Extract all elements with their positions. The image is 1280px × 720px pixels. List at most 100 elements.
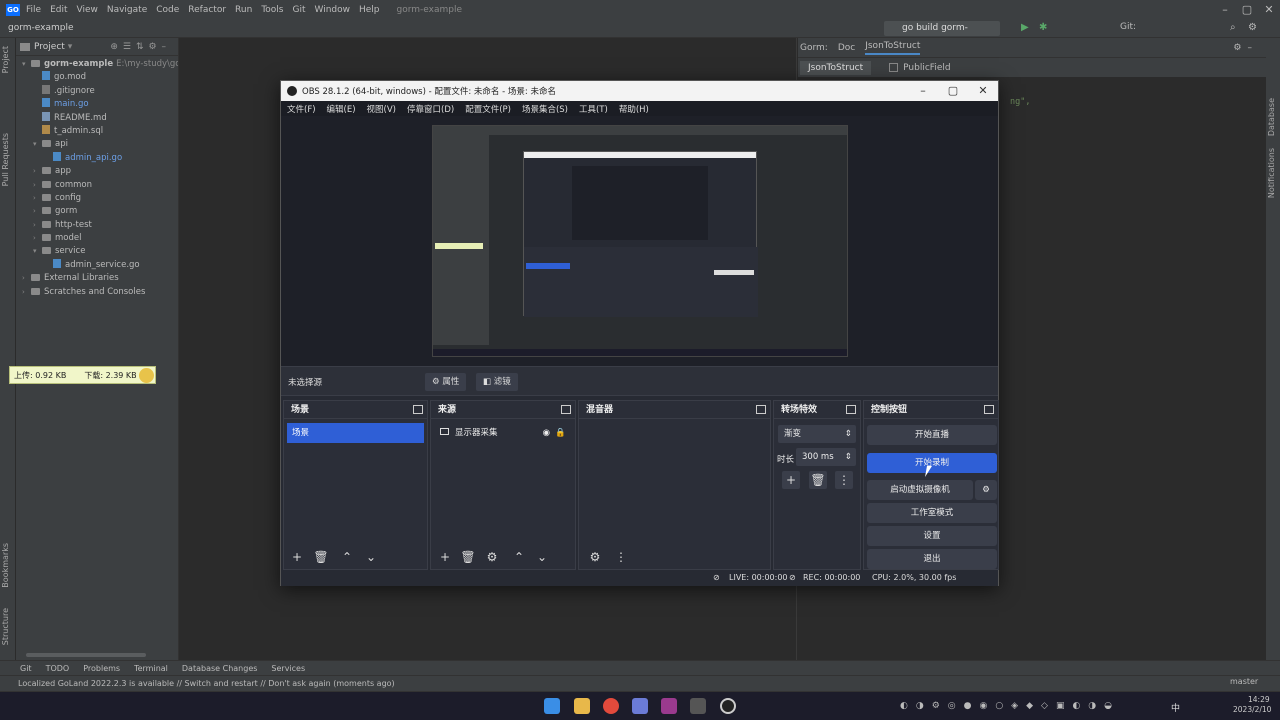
obs-menu-item[interactable]: 配置文件(P): [465, 103, 511, 115]
goland-taskbar-icon[interactable]: [661, 698, 677, 714]
run-icon[interactable]: ▶: [1021, 22, 1029, 33]
menu-item[interactable]: Window: [315, 5, 351, 15]
visibility-eye-icon[interactable]: ◉: [543, 423, 550, 443]
tree-node[interactable]: .gitignore: [16, 84, 178, 98]
menu-item[interactable]: Git: [292, 5, 305, 15]
menu-item[interactable]: Navigate: [107, 5, 147, 15]
json-to-struct-button[interactable]: JsonToStruct: [800, 60, 872, 75]
file-explorer-icon[interactable]: [574, 698, 590, 714]
filters-button[interactable]: ◧ 滤镜: [476, 373, 518, 391]
menu-item[interactable]: File: [26, 5, 41, 15]
obs-menu-item[interactable]: 场景集合(S): [522, 103, 568, 115]
tool-tab[interactable]: Database Changes: [182, 664, 258, 673]
tree-node[interactable]: › Scratches and Consoles: [16, 286, 178, 299]
tool-tab[interactable]: Git: [20, 664, 32, 673]
start-recording-button[interactable]: 开始录制: [867, 453, 997, 473]
tree-node[interactable]: › model: [16, 232, 178, 245]
git-label[interactable]: Git:: [1120, 22, 1136, 32]
undock-icon[interactable]: [984, 405, 994, 414]
pull-requests-vtab[interactable]: Pull Requests: [1, 133, 10, 186]
project-panel-title[interactable]: Project: [34, 42, 65, 52]
tree-node[interactable]: ▾ api: [16, 138, 178, 151]
expand-arrow-icon[interactable]: ▾: [33, 138, 42, 151]
public-field-checkbox[interactable]: [889, 63, 899, 72]
tree-node[interactable]: main.go: [16, 98, 178, 111]
obs-menu-item[interactable]: 视图(V): [367, 103, 396, 115]
tool-tab[interactable]: TODO: [46, 664, 70, 673]
tree-node[interactable]: ▾ gorm-example E:\my-study\gorm: [16, 58, 192, 71]
tree-node[interactable]: admin_api.go: [16, 151, 178, 165]
tree-node[interactable]: › config: [16, 192, 178, 205]
tab-gorm[interactable]: Gorm:: [800, 43, 828, 53]
advanced-audio-icon[interactable]: ⚙: [586, 548, 604, 566]
move-down-icon[interactable]: ⌄: [362, 548, 380, 566]
git-branch[interactable]: master: [1230, 677, 1258, 686]
app-icon[interactable]: [632, 698, 648, 714]
menu-item[interactable]: Edit: [50, 5, 67, 15]
notifications-vtab[interactable]: Notifications: [1267, 148, 1276, 198]
database-vtab[interactable]: Database: [1267, 98, 1276, 136]
duration-spinbox[interactable]: 300 ms ⇕: [796, 448, 856, 466]
tray-icons[interactable]: ◐◑⚙◎●◉○◈◆◇▣◐◑◒: [900, 701, 1120, 711]
tray-time[interactable]: 14:29: [1248, 695, 1270, 704]
expand-arrow-icon[interactable]: ›: [22, 272, 31, 285]
source-item[interactable]: 显示器采集 ◉ 🔒: [434, 423, 572, 443]
tree-node[interactable]: go.mod: [16, 71, 178, 84]
project-toolbar-icons[interactable]: ⊕☰⇅⚙–: [110, 42, 171, 52]
add-transition-icon[interactable]: +: [782, 471, 800, 489]
run-config-select[interactable]: go build gorm-example ▾: [884, 21, 1000, 48]
move-down-icon[interactable]: ⌄: [533, 548, 551, 566]
input-lang[interactable]: 中: [1171, 701, 1180, 714]
tree-node[interactable]: README.md: [16, 111, 178, 125]
mixer-menu-icon[interactable]: ⋮: [612, 548, 630, 566]
start-virtual-camera-button[interactable]: 启动虚拟摄像机: [867, 480, 973, 500]
obs-close-icon[interactable]: ✕: [968, 81, 998, 101]
tree-node[interactable]: t_admin.sql: [16, 124, 178, 138]
obs-menu-item[interactable]: 帮助(H): [619, 103, 649, 115]
obs-maximize-icon[interactable]: ▢: [938, 81, 968, 101]
expand-arrow-icon[interactable]: ▾: [22, 58, 31, 71]
structure-vtab[interactable]: Structure: [1, 608, 10, 645]
obs-preview[interactable]: [281, 116, 998, 366]
tree-node[interactable]: › http-test: [16, 219, 178, 232]
tab-json-to-struct[interactable]: JsonToStruct: [865, 41, 921, 55]
obs-minimize-icon[interactable]: –: [908, 81, 938, 101]
properties-button[interactable]: ⚙ 属性: [425, 373, 467, 391]
start-windows-icon[interactable]: [544, 698, 560, 714]
add-scene-icon[interactable]: +: [288, 548, 306, 566]
debug-icon[interactable]: ✱: [1039, 22, 1047, 33]
menu-item[interactable]: Run: [235, 5, 252, 15]
chrome-icon[interactable]: [603, 698, 619, 714]
remove-transition-icon[interactable]: 🗑: [809, 471, 827, 489]
bookmarks-vtab[interactable]: Bookmarks: [1, 543, 10, 588]
obs-menu-item[interactable]: 工具(T): [579, 103, 608, 115]
close-icon[interactable]: ✕: [1258, 0, 1280, 19]
search-icon[interactable]: ⌕: [1230, 22, 1236, 33]
tree-node[interactable]: › External Libraries: [16, 272, 178, 285]
expand-arrow-icon[interactable]: ›: [33, 165, 42, 178]
expand-arrow-icon[interactable]: ›: [33, 205, 42, 218]
remove-scene-icon[interactable]: 🗑: [312, 548, 330, 566]
start-streaming-button[interactable]: 开始直播: [867, 425, 997, 445]
obs-menu-item[interactable]: 停靠窗口(D): [407, 103, 454, 115]
settings-button[interactable]: 设置: [867, 526, 997, 546]
exit-button[interactable]: 退出: [867, 549, 997, 569]
expand-arrow-icon[interactable]: ›: [33, 232, 42, 245]
horizontal-scrollbar[interactable]: [26, 653, 146, 657]
menu-item[interactable]: View: [77, 5, 98, 15]
scene-item[interactable]: 场景: [287, 423, 424, 443]
tool-tab[interactable]: Services: [271, 664, 305, 673]
tree-node[interactable]: › app: [16, 165, 178, 178]
expand-arrow-icon[interactable]: ›: [22, 286, 31, 299]
undock-icon[interactable]: [756, 405, 766, 414]
status-message[interactable]: Localized GoLand 2022.2.3 is available /…: [18, 679, 395, 688]
add-source-icon[interactable]: +: [436, 548, 454, 566]
studio-mode-button[interactable]: 工作室模式: [867, 503, 997, 523]
source-properties-icon[interactable]: ⚙: [483, 548, 501, 566]
settings-gear-icon[interactable]: ⚙: [1248, 22, 1257, 33]
tool-tab[interactable]: Problems: [83, 664, 120, 673]
move-up-icon[interactable]: ⌃: [510, 548, 528, 566]
transition-select[interactable]: 渐变 ⇕: [778, 425, 856, 443]
expand-arrow-icon[interactable]: ▾: [33, 245, 42, 258]
minimize-icon[interactable]: –: [1214, 0, 1236, 19]
